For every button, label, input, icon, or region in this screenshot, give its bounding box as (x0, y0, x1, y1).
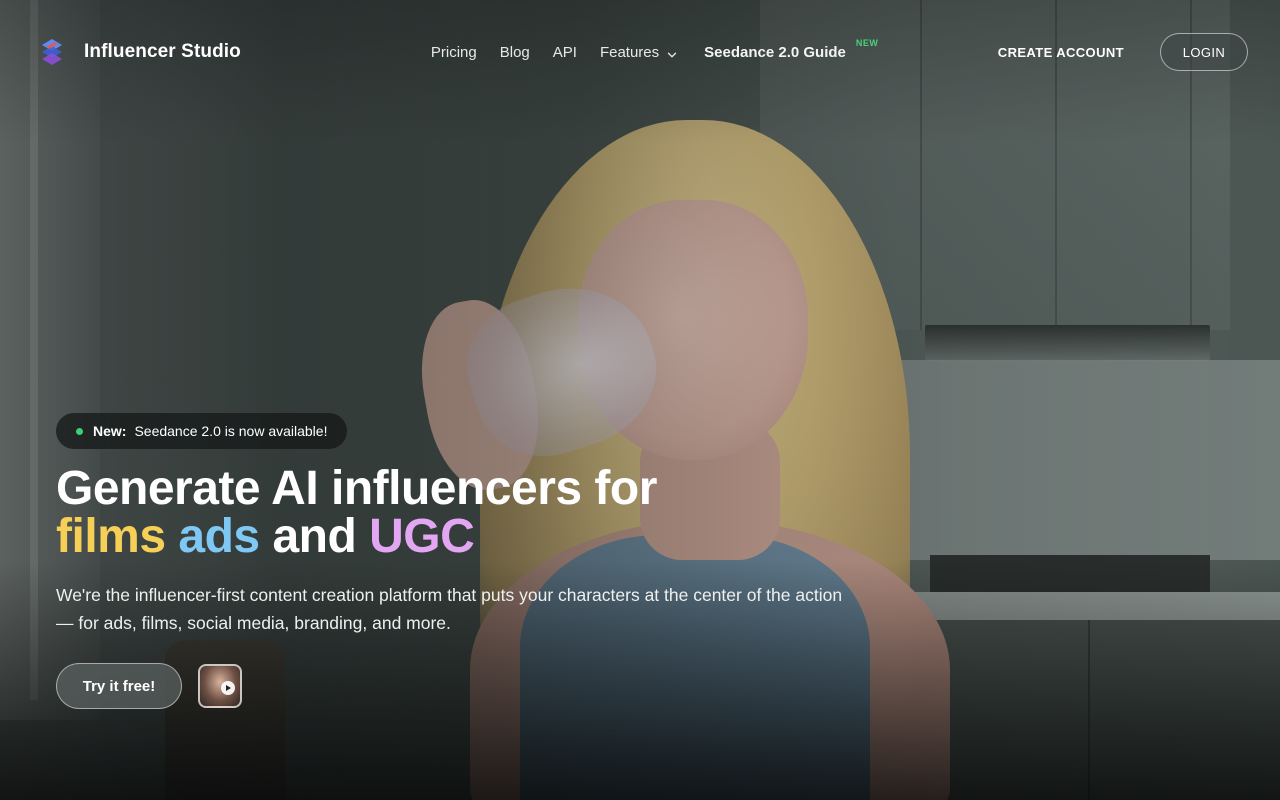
status-dot-icon (76, 427, 83, 435)
headline-word-films: films (56, 510, 166, 563)
create-account-link[interactable]: CREATE ACCOUNT (998, 45, 1124, 60)
headline-word-ugc: UGC (369, 510, 475, 563)
nav-guide-label: Seedance 2.0 Guide (704, 43, 846, 61)
top-nav-bar: Influencer Studio Pricing Blog API Featu… (0, 0, 1280, 104)
demo-video-thumbnail[interactable] (198, 664, 242, 708)
nav-features-dropdown[interactable]: Features (600, 44, 677, 61)
hero-subtext: We're the influencer-first content creat… (56, 585, 843, 633)
hero-headline: Generate AI influencers for films ads an… (56, 465, 856, 561)
header-actions: CREATE ACCOUNT LOGIN (998, 33, 1248, 71)
nav-api[interactable]: API (553, 44, 577, 61)
announcement-label: New: (93, 423, 127, 439)
nav-pricing[interactable]: Pricing (431, 44, 477, 61)
headline-line-2: films ads and UGC (56, 513, 856, 561)
chevron-down-icon (667, 47, 677, 58)
headline-word-and: and (272, 510, 357, 563)
new-badge: NEW (855, 37, 879, 48)
announcement-pill[interactable]: New: Seedance 2.0 is now available! (56, 413, 348, 449)
headline-line-1: Generate AI influencers for (56, 462, 657, 515)
hero-section: New: Seedance 2.0 is now available! Gene… (56, 413, 856, 709)
stacked-s-logo-icon (40, 38, 64, 66)
nav-features-label: Features (599, 43, 660, 61)
main-nav: Pricing Blog API Features Seedance 2.0 G… (431, 38, 879, 61)
login-button[interactable]: LOGIN (1160, 33, 1248, 71)
nav-blog[interactable]: Blog (500, 44, 530, 61)
play-icon (221, 681, 235, 695)
announcement-text: Seedance 2.0 is now available! (134, 423, 328, 439)
headline-word-ads: ads (178, 510, 260, 563)
nav-seedance-guide[interactable]: Seedance 2.0 Guide NEW (704, 38, 878, 61)
try-it-free-button[interactable]: Try it free! (56, 663, 182, 709)
cta-row: Try it free! (56, 663, 856, 709)
brand-name: Influencer Studio (84, 41, 241, 62)
brand[interactable]: Influencer Studio (40, 38, 241, 66)
